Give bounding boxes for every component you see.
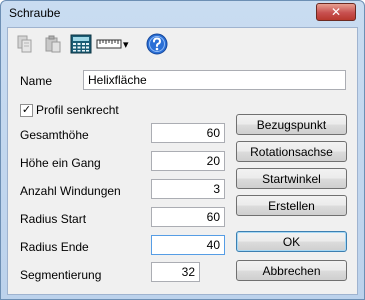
segmentation-input[interactable]: 32	[151, 262, 200, 282]
reference-point-button[interactable]: Bezugspunkt	[236, 114, 347, 135]
toolbar: ▾	[8, 28, 357, 60]
total-height-input[interactable]: 60	[151, 123, 225, 143]
checkmark-icon: ✓	[21, 104, 32, 116]
ok-button[interactable]: OK	[236, 231, 347, 252]
paste-icon	[45, 35, 61, 53]
pitch-height-label: Höhe ein Gang	[20, 156, 101, 170]
profile-vertical-label: Profil senkrecht	[36, 103, 119, 117]
create-button[interactable]: Erstellen	[236, 195, 347, 216]
radius-end-input[interactable]: 40	[151, 235, 225, 255]
copy-button[interactable]	[12, 31, 38, 57]
close-icon: ✕	[330, 5, 342, 19]
window-title: Schraube	[9, 6, 61, 20]
name-label: Name	[20, 74, 53, 88]
calculator-icon	[70, 34, 92, 54]
dialog-body: ▾ Name Helixfläche ✓ Profil senkrecht Ge…	[7, 27, 358, 295]
segmentation-label: Segmentierung	[20, 268, 102, 282]
ruler-dropdown-icon	[96, 39, 122, 49]
close-button[interactable]: ✕	[316, 3, 356, 21]
help-button[interactable]	[144, 31, 170, 57]
turns-input[interactable]: 3	[151, 179, 225, 199]
help-icon	[146, 33, 168, 55]
cancel-button[interactable]: Abbrechen	[236, 260, 347, 281]
ruler-dropdown[interactable]: ▾	[96, 31, 136, 57]
copy-icon	[17, 35, 32, 53]
rotation-axis-button[interactable]: Rotationsachse	[236, 141, 347, 162]
turns-label: Anzahl Windungen	[20, 184, 121, 198]
total-height-label: Gesamthöhe	[20, 128, 89, 142]
chevron-down-icon: ▾	[123, 38, 129, 51]
title-bar[interactable]: Schraube ✕	[1, 1, 364, 25]
radius-start-label: Radius Start	[20, 212, 87, 226]
radius-end-label: Radius Ende	[20, 240, 89, 254]
calculator-button[interactable]	[68, 31, 94, 57]
start-angle-button[interactable]: Startwinkel	[236, 168, 347, 189]
schraube-dialog: Schraube ✕ ▾ Name Helixfläche ✓ Profil s…	[0, 0, 365, 300]
pitch-height-input[interactable]: 20	[151, 151, 225, 171]
paste-button[interactable]	[40, 31, 66, 57]
profile-vertical-checkbox[interactable]: ✓	[20, 104, 33, 117]
name-input[interactable]: Helixfläche	[83, 70, 346, 90]
radius-start-input[interactable]: 60	[151, 207, 225, 227]
